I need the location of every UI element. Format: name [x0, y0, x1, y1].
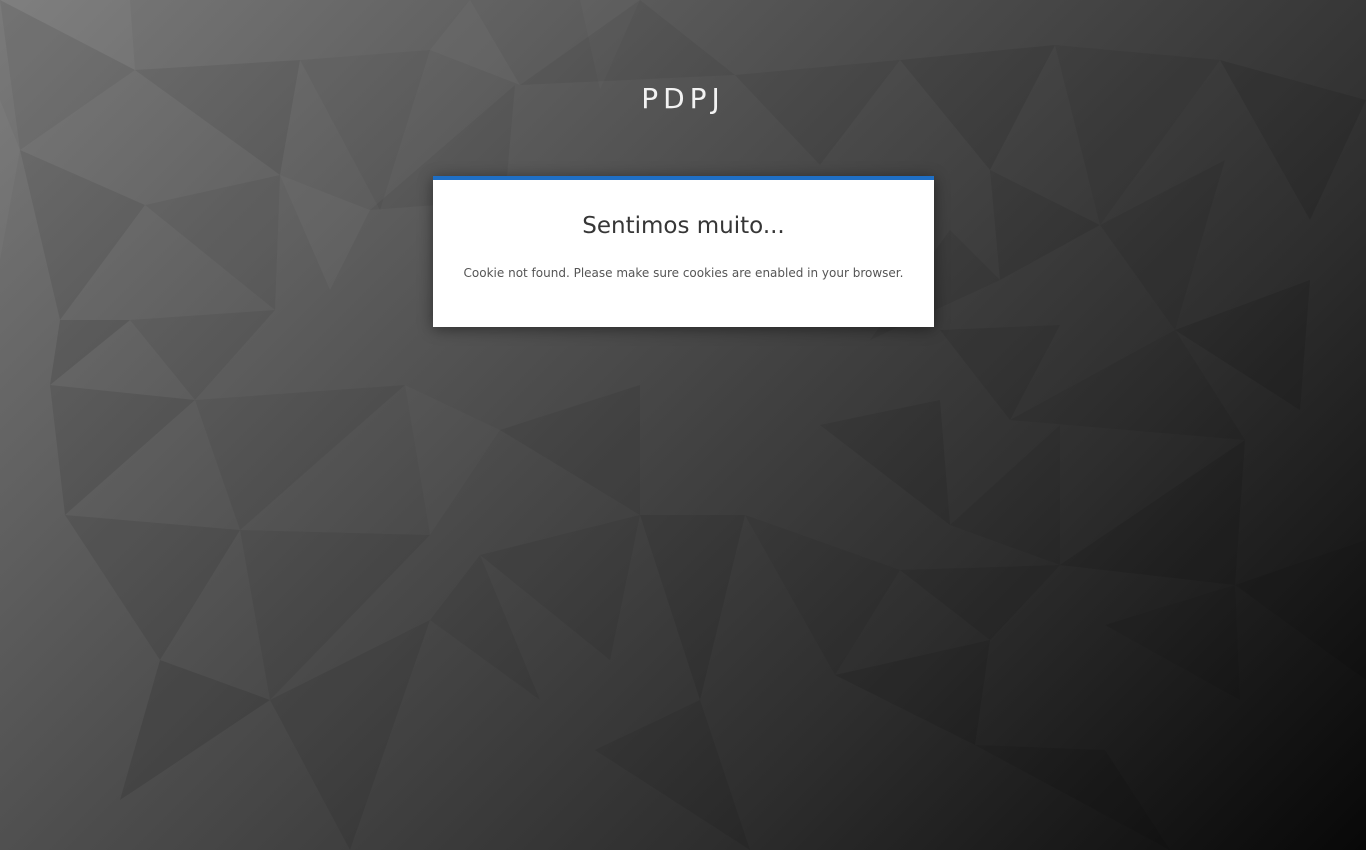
error-message: Cookie not found. Please make sure cooki…	[463, 266, 904, 280]
brand-title: PDPJ	[641, 82, 725, 115]
error-title: Sentimos muito...	[582, 213, 785, 239]
low-poly-background	[0, 0, 1366, 850]
error-card: Sentimos muito... Cookie not found. Plea…	[433, 176, 934, 327]
